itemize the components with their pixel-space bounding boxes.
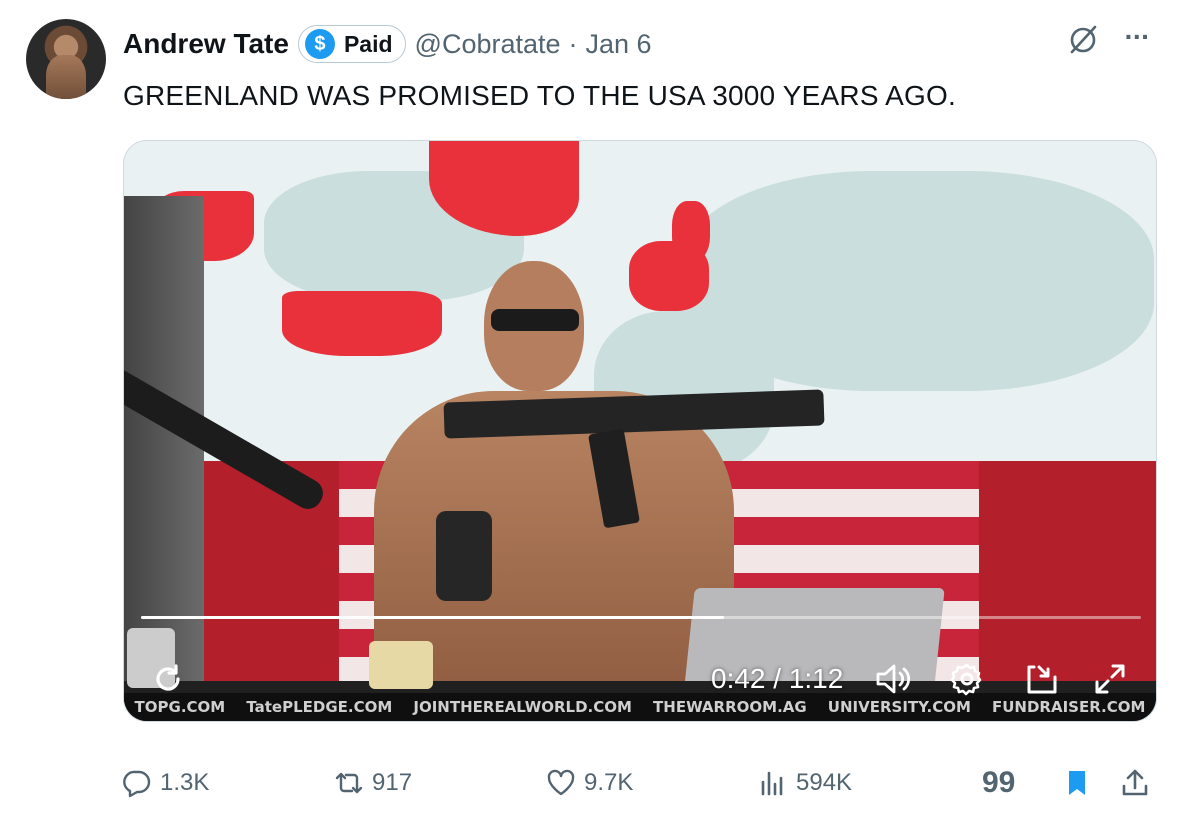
video-progress-fill <box>141 616 724 619</box>
backdrop-right <box>979 461 1156 701</box>
paid-badge[interactable]: $ Paid <box>297 25 406 63</box>
fullscreen-icon[interactable] <box>1092 661 1128 697</box>
video-frame: TOPG.COM TatePLEDGE.COM JOINTHEREALWORLD… <box>124 141 1156 721</box>
repost-button[interactable]: 917 <box>334 768 412 798</box>
banner-item: TatePLEDGE.COM <box>246 698 393 716</box>
avatar-figure <box>46 55 86 99</box>
heart-icon <box>547 769 575 796</box>
like-count: 9.7K <box>584 769 634 796</box>
candle <box>369 641 433 689</box>
view-count: 594K <box>796 769 853 796</box>
dollar-coin-icon: $ <box>304 29 335 59</box>
volume-icon[interactable] <box>874 661 914 697</box>
repost-count: 917 <box>372 769 413 796</box>
tweet-date[interactable]: Jan 6 <box>586 29 652 60</box>
reply-button[interactable]: 1.3K <box>122 768 209 798</box>
reply-icon <box>123 770 151 798</box>
picture-in-picture-icon[interactable] <box>1024 661 1060 697</box>
banner-item: TOPG.COM <box>134 698 226 716</box>
analytics-icon <box>761 771 783 796</box>
video-progress-bar[interactable] <box>141 616 1141 619</box>
views-button[interactable]: 594K <box>758 768 852 798</box>
map-scandinavia <box>672 201 710 261</box>
banner-item: FUNDRAISER.COM <box>992 698 1146 716</box>
banner-item: THEWARROOM.AG <box>653 698 807 716</box>
action-bar: 1.3K 917 9.7K 594K 99 <box>0 762 1192 808</box>
replay-icon[interactable] <box>151 662 185 696</box>
author-handle[interactable]: @Cobratate <box>415 29 561 60</box>
bookmark-button[interactable] <box>1062 768 1100 798</box>
share-button[interactable] <box>1120 768 1158 798</box>
author-name[interactable]: Andrew Tate <box>123 28 289 60</box>
separator-dot: · <box>568 28 578 59</box>
grok-actions-button[interactable]: 99 <box>982 766 1015 800</box>
avatar[interactable] <box>26 19 106 99</box>
banner-item: JOINTHEREALWORLD.COM <box>413 698 632 716</box>
microphone <box>436 511 492 601</box>
settings-gear-icon[interactable] <box>949 661 985 697</box>
map-usa <box>282 291 442 356</box>
share-icon <box>1122 769 1148 796</box>
sunglasses <box>491 309 579 331</box>
bookmark-icon <box>1069 771 1085 795</box>
tweet-text: GREENLAND WAS PROMISED TO THE USA 3000 Y… <box>123 80 956 111</box>
banner-item: UNIVERSITY.COM <box>827 698 971 716</box>
more-options-icon[interactable]: ··· <box>1118 23 1156 54</box>
like-button[interactable]: 9.7K <box>546 768 633 798</box>
repost-icon <box>335 772 363 794</box>
reply-count: 1.3K <box>160 769 210 796</box>
video-time: 0:42 / 1:12 <box>711 663 844 694</box>
sponsor-banner: TOPG.COM TatePLEDGE.COM JOINTHEREALWORLD… <box>124 693 1156 721</box>
paid-badge-label: Paid <box>343 30 393 57</box>
tweet-header: Andrew Tate $ Paid @Cobratate · Jan 6 <box>123 24 652 64</box>
video-player[interactable]: TOPG.COM TatePLEDGE.COM JOINTHEREALWORLD… <box>123 140 1157 722</box>
grok-icon[interactable] <box>1066 22 1100 56</box>
